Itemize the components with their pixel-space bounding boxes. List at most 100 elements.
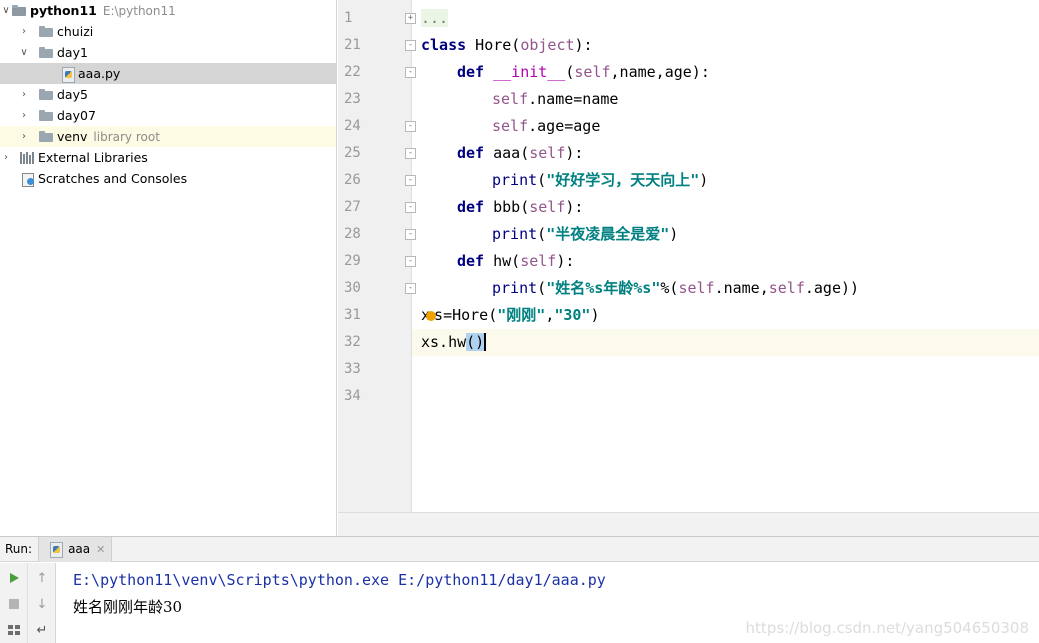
folded-region[interactable]: ...: [421, 9, 449, 27]
layout-button[interactable]: [0, 618, 28, 642]
code-token: class: [421, 36, 467, 54]
line-number: 30: [344, 280, 361, 296]
code-line[interactable]: ...: [412, 5, 1039, 32]
code-token: self: [529, 144, 566, 162]
tree-item-day1[interactable]: ∨ day1: [0, 42, 336, 63]
code-token: s: [434, 306, 444, 324]
code-line[interactable]: xs=Hore("刚刚","30"): [412, 302, 1039, 329]
python-file-icon: [49, 542, 64, 558]
code-token: print: [492, 225, 538, 243]
code-line[interactable]: print("姓名%s年龄%s"%(self.name,self.age)): [412, 275, 1039, 302]
code-token: self: [574, 63, 611, 81]
tree-item-chuizi[interactable]: › chuizi: [0, 21, 336, 42]
code-token: =Hore(: [443, 306, 498, 324]
chevron-right-icon[interactable]: ›: [18, 105, 30, 126]
line-number: 27: [344, 199, 361, 215]
code-token: "刚刚": [497, 306, 546, 324]
code-token: def: [457, 252, 485, 270]
stop-button[interactable]: [0, 592, 28, 616]
arrow-up-icon: ↑: [36, 570, 48, 586]
line-number: 22: [344, 64, 361, 80]
tree-item-day07[interactable]: › day07: [0, 105, 336, 126]
code-line[interactable]: print("半夜凌晨全是爱"): [412, 221, 1039, 248]
code-token: "半夜凌晨全是爱": [546, 225, 670, 243]
run-label: Run:: [5, 542, 33, 556]
chevron-right-icon[interactable]: ›: [18, 21, 30, 42]
code-line-current[interactable]: xs.hw(): [412, 329, 1039, 356]
code-token: xs.hw: [421, 333, 467, 351]
code-line[interactable]: self.name=name: [412, 86, 1039, 113]
run-tab-aaa[interactable]: aaa ✕: [38, 536, 113, 562]
chevron-down-icon[interactable]: ∨: [0, 0, 12, 21]
code-token: bbb(: [484, 198, 530, 216]
code-line[interactable]: class Hore(object):: [412, 32, 1039, 59]
line-number: 32: [344, 334, 361, 350]
line-number: 29: [344, 253, 361, 269]
chevron-right-icon[interactable]: ›: [0, 147, 12, 168]
console-output[interactable]: E:\python11\venv\Scripts\python.exe E:/p…: [73, 567, 606, 621]
python-file-icon: [61, 66, 75, 83]
code-token: ,name,age):: [610, 63, 710, 81]
tree-item-label: day5: [57, 87, 88, 102]
code-line[interactable]: self.age=age: [412, 113, 1039, 140]
code-token: object: [520, 36, 575, 54]
line-number: 25: [344, 145, 361, 161]
editor-gutter: 1 21 22 23 24 25 26 27 28 29 30 31 32 33…: [338, 0, 412, 512]
folder-icon: [39, 89, 54, 100]
tree-item-aaa-py[interactable]: aaa.py: [0, 63, 336, 84]
tree-root-python11[interactable]: ∨ python11 E:\python11: [0, 0, 336, 21]
code-token: .name,: [714, 279, 769, 297]
code-editor[interactable]: 1 21 22 23 24 25 26 27 28 29 30 31 32 33…: [338, 0, 1039, 536]
code-token: def: [457, 144, 485, 162]
folder-icon: [39, 110, 54, 121]
code-token: ):: [565, 144, 584, 162]
code-token: self: [492, 117, 529, 135]
chevron-right-icon[interactable]: ›: [18, 126, 30, 147]
code-token: ): [590, 306, 600, 324]
code-token: ): [699, 171, 709, 189]
tree-item-day5[interactable]: › day5: [0, 84, 336, 105]
tree-item-label: day1: [57, 45, 88, 60]
tree-item-venv[interactable]: › venv library root: [0, 126, 336, 147]
tree-root-path: E:\python11: [102, 3, 176, 18]
scroll-down-button[interactable]: ↓: [28, 592, 56, 616]
folder-icon: [39, 47, 54, 58]
line-number: 21: [344, 37, 361, 53]
soft-wrap-button[interactable]: ↵: [28, 618, 56, 642]
chevron-down-icon[interactable]: ∨: [18, 42, 30, 63]
code-token: (: [537, 171, 547, 189]
code-token: self: [520, 252, 557, 270]
close-icon[interactable]: ✕: [96, 543, 105, 556]
line-number: 31: [344, 307, 361, 323]
run-header: Run: aaa ✕: [0, 536, 1039, 562]
library-root-note: library root: [93, 129, 160, 144]
scroll-up-button[interactable]: ↑: [28, 566, 56, 590]
tree-item-label: python11: [30, 3, 97, 18]
code-token: hw(: [484, 252, 521, 270]
tree-item-external-libraries[interactable]: › External Libraries: [0, 147, 336, 168]
play-icon: [10, 573, 19, 583]
code-token: aaa(: [484, 144, 530, 162]
tree-item-scratches[interactable]: Scratches and Consoles: [0, 168, 336, 189]
code-line[interactable]: def aaa(self):: [412, 140, 1039, 167]
scratches-icon: [20, 172, 35, 187]
run-tab-label: aaa: [68, 542, 91, 556]
code-token: ):: [565, 198, 584, 216]
line-number: 23: [344, 91, 361, 107]
console-command-line: E:\python11\venv\Scripts\python.exe E:/p…: [73, 571, 606, 589]
code-line[interactable]: def hw(self):: [412, 248, 1039, 275]
wrap-icon: ↵: [36, 622, 48, 638]
horizontal-scrollbar[interactable]: [338, 512, 1039, 536]
code-line[interactable]: print("好好学习，天天向上"): [412, 167, 1039, 194]
run-tool-window: Run: aaa ✕ ↑ ↓ ↵ E:\python11\venv\Script…: [0, 536, 1039, 643]
chevron-right-icon[interactable]: ›: [18, 84, 30, 105]
code-token: %(: [660, 279, 679, 297]
line-number: 28: [344, 226, 361, 242]
code-token: (: [537, 225, 547, 243]
code-line[interactable]: def bbb(self):: [412, 194, 1039, 221]
code-line[interactable]: def __init__(self,name,age):: [412, 59, 1039, 86]
code-token: (: [537, 279, 547, 297]
code-token: .name=name: [528, 90, 619, 108]
rerun-button[interactable]: [0, 566, 28, 590]
tree-item-label: day07: [57, 108, 96, 123]
